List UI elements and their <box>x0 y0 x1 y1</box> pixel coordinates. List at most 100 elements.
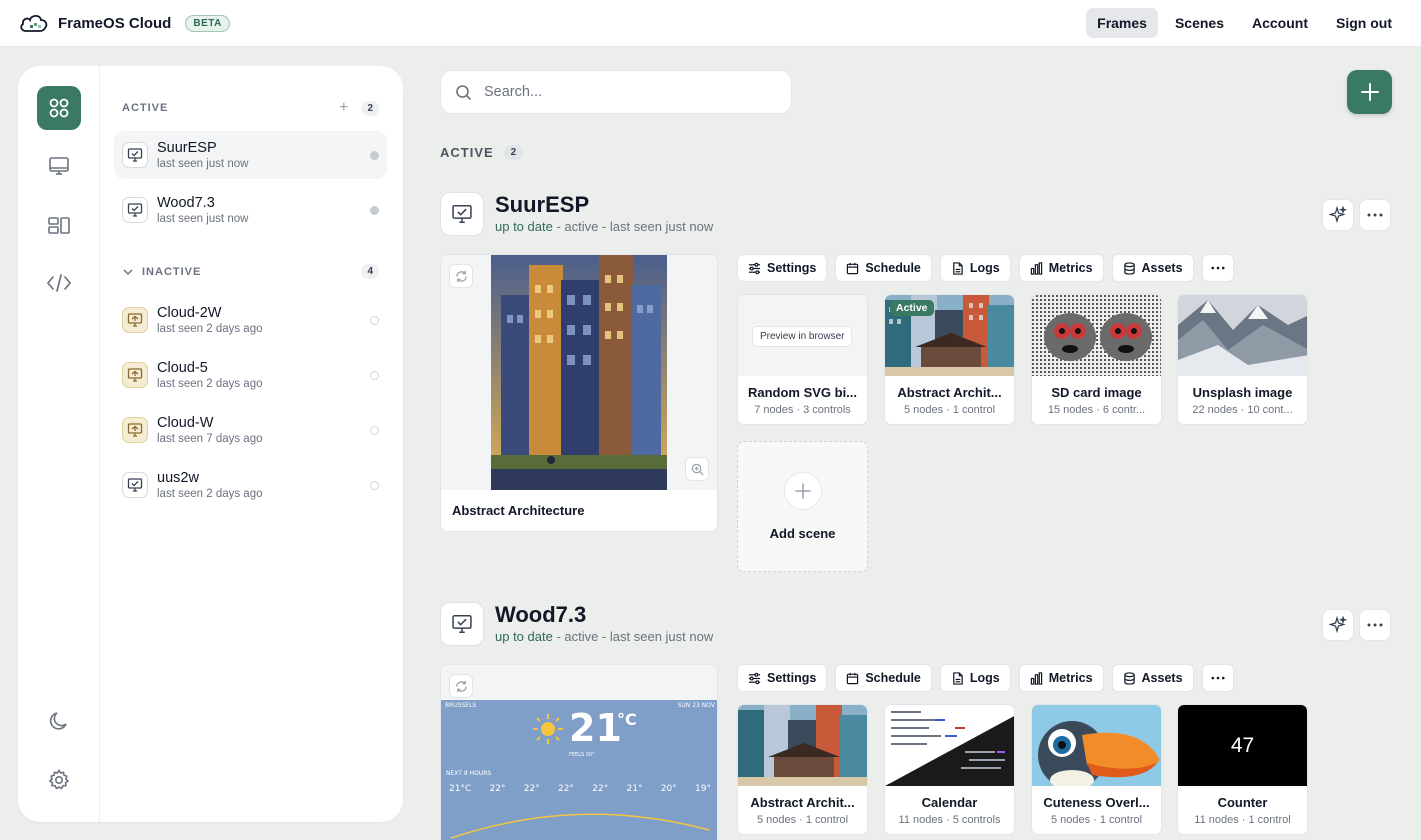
ai-sparkle-button[interactable] <box>1322 199 1354 231</box>
search-box[interactable] <box>440 70 792 114</box>
grid-icon <box>49 98 69 118</box>
frame-preview-image[interactable]: BRUSSELS SUN 23 NOV 21 °C FEELS 20° NEXT… <box>441 665 717 840</box>
app-title: FrameOS Cloud <box>58 14 172 32</box>
sidebar-frame-cloud-5[interactable]: Cloud-5 last seen 2 days ago <box>114 351 387 399</box>
metrics-label: Metrics <box>1048 261 1093 275</box>
add-frame-plus-icon[interactable]: + <box>339 99 349 117</box>
hour-temp: 22° <box>592 784 609 794</box>
active-section-header: ACTIVE + 2 <box>122 99 379 117</box>
database-icon <box>1123 261 1135 275</box>
ai-sparkle-button[interactable] <box>1322 609 1354 641</box>
frame-preview-image[interactable] <box>441 255 717 490</box>
rail-theme-button[interactable] <box>37 699 81 743</box>
frame-status: up to date - active - last seen just now <box>495 219 713 234</box>
icon-rail <box>18 66 100 822</box>
frame-monitor-icon <box>122 197 148 223</box>
frame-last-seen: last seen just now <box>157 158 249 170</box>
scene-card-unsplash-image[interactable]: Unsplash image 22 nodes · 10 cont... <box>1177 294 1308 425</box>
sliders-icon <box>748 672 761 684</box>
dithered-creature-image <box>1032 295 1161 376</box>
status-dot <box>370 315 379 325</box>
weather-city: BRUSSELS <box>445 702 477 709</box>
schedule-label: Schedule <box>865 261 921 275</box>
sidebar-frame-wood73[interactable]: Wood7.3 last seen just now <box>114 186 387 234</box>
preview-in-browser-button[interactable]: Preview in browser <box>752 326 853 347</box>
active-count-badge: 2 <box>361 100 379 116</box>
logs-button[interactable]: Logs <box>939 664 1011 692</box>
rail-layout-button[interactable] <box>37 203 81 247</box>
toolbar-more-button[interactable] <box>1201 664 1234 692</box>
sidebar-frame-cloud-w[interactable]: Cloud-W last seen 7 days ago <box>114 406 387 454</box>
brand[interactable]: FrameOS Cloud BETA <box>18 12 230 34</box>
monitor-icon <box>49 157 69 175</box>
frame-monitor-icon[interactable] <box>440 602 484 646</box>
scene-card-random-svg[interactable]: Preview in browser Random SVG bi... 7 no… <box>737 294 868 425</box>
hour-temp: 22° <box>489 784 506 794</box>
scene-name: Unsplash image <box>1192 385 1293 400</box>
scene-meta: 22 nodes · 10 cont... <box>1192 404 1293 416</box>
add-frame-button[interactable] <box>1347 70 1392 114</box>
settings-label: Settings <box>767 671 817 685</box>
sidebar-frame-suuresp[interactable]: SuurESP last seen just now <box>114 131 387 179</box>
frame-title[interactable]: Wood7.3 <box>495 602 713 628</box>
abstract-architecture-image <box>491 255 667 490</box>
scene-card-counter[interactable]: 47 Counter 11 nodes · 1 control <box>1177 704 1308 835</box>
search-input[interactable] <box>484 84 764 100</box>
scene-meta: 11 nodes · 1 control <box>1194 814 1291 826</box>
layout-icon <box>48 217 70 234</box>
scene-card-abstract-architecture[interactable]: Abstract Archit... 5 nodes · 1 control <box>737 704 868 835</box>
settings-button[interactable]: Settings <box>737 254 828 282</box>
metrics-button[interactable]: Metrics <box>1018 254 1104 282</box>
add-scene-button[interactable]: Add scene <box>737 441 868 572</box>
sidebar-frame-uus2w[interactable]: uus2w last seen 2 days ago <box>114 461 387 509</box>
nav-scenes[interactable]: Scenes <box>1164 8 1235 38</box>
nav-frames[interactable]: Frames <box>1086 8 1158 38</box>
frame-preview-card[interactable]: BRUSSELS SUN 23 NOV 21 °C FEELS 20° NEXT… <box>440 664 718 840</box>
zoom-preview-button[interactable] <box>685 457 709 481</box>
metrics-button[interactable]: Metrics <box>1018 664 1104 692</box>
frame-monitor-icon[interactable] <box>440 192 484 236</box>
nav-sign-out[interactable]: Sign out <box>1325 8 1403 38</box>
assets-button[interactable]: Assets <box>1111 254 1194 282</box>
scene-card-sd-card-image[interactable]: SD card image 15 nodes · 6 contr... <box>1031 294 1162 425</box>
rail-monitor-button[interactable] <box>37 144 81 188</box>
scene-card-cuteness-overload[interactable]: Cuteness Overl... 5 nodes · 1 control <box>1031 704 1162 835</box>
settings-button[interactable]: Settings <box>737 664 828 692</box>
scene-card-calendar[interactable]: Calendar 11 nodes · 5 controls <box>884 704 1015 835</box>
toolbar-more-button[interactable] <box>1201 254 1234 282</box>
nav-account[interactable]: Account <box>1241 8 1319 38</box>
status-up-to-date: up to date <box>495 629 553 644</box>
logs-button[interactable]: Logs <box>939 254 1011 282</box>
chevron-down-icon <box>123 268 133 275</box>
frame-preview-card[interactable]: Abstract Architecture <box>440 254 718 532</box>
active-scene-tag: Active <box>890 300 934 316</box>
sidebar-frame-cloud-2w[interactable]: Cloud-2W last seen 2 days ago <box>114 296 387 344</box>
frame-more-button[interactable] <box>1359 199 1391 231</box>
assets-button[interactable]: Assets <box>1111 664 1194 692</box>
rail-code-button[interactable] <box>37 261 81 305</box>
plus-icon <box>1360 83 1379 101</box>
cartoon-toucan-image <box>1032 705 1161 790</box>
frame-more-button[interactable] <box>1359 609 1391 641</box>
frame-name: Wood7.3 <box>157 195 215 211</box>
schedule-button[interactable]: Schedule <box>835 664 932 692</box>
moon-icon <box>49 712 67 730</box>
temperature-curve <box>450 813 710 839</box>
inactive-section-header[interactable]: INACTIVE 4 <box>122 264 379 279</box>
metrics-label: Metrics <box>1048 671 1093 685</box>
scene-name: Abstract Archit... <box>897 385 1002 400</box>
rail-settings-button[interactable] <box>37 758 81 802</box>
frame-name: uus2w <box>157 470 199 486</box>
frame-title[interactable]: SuurESP <box>495 192 713 218</box>
schedule-button[interactable]: Schedule <box>835 254 932 282</box>
ellipsis-icon <box>1210 266 1225 270</box>
refresh-preview-button[interactable] <box>449 264 473 288</box>
scene-card-abstract-architecture[interactable]: Active Abstract Archit... 5 nodes · 1 co… <box>884 294 1015 425</box>
refresh-preview-button[interactable] <box>449 674 473 698</box>
inactive-count-badge: 4 <box>361 264 379 279</box>
calendar-icon <box>847 672 859 684</box>
scene-thumbnail: Active <box>885 295 1014 376</box>
rail-frames-button[interactable] <box>37 86 81 130</box>
weather-next-hours: NEXT 8 HOURS <box>446 770 492 777</box>
frame-list: ACTIVE + 2 SuurESP last seen just now Wo… <box>100 66 403 822</box>
